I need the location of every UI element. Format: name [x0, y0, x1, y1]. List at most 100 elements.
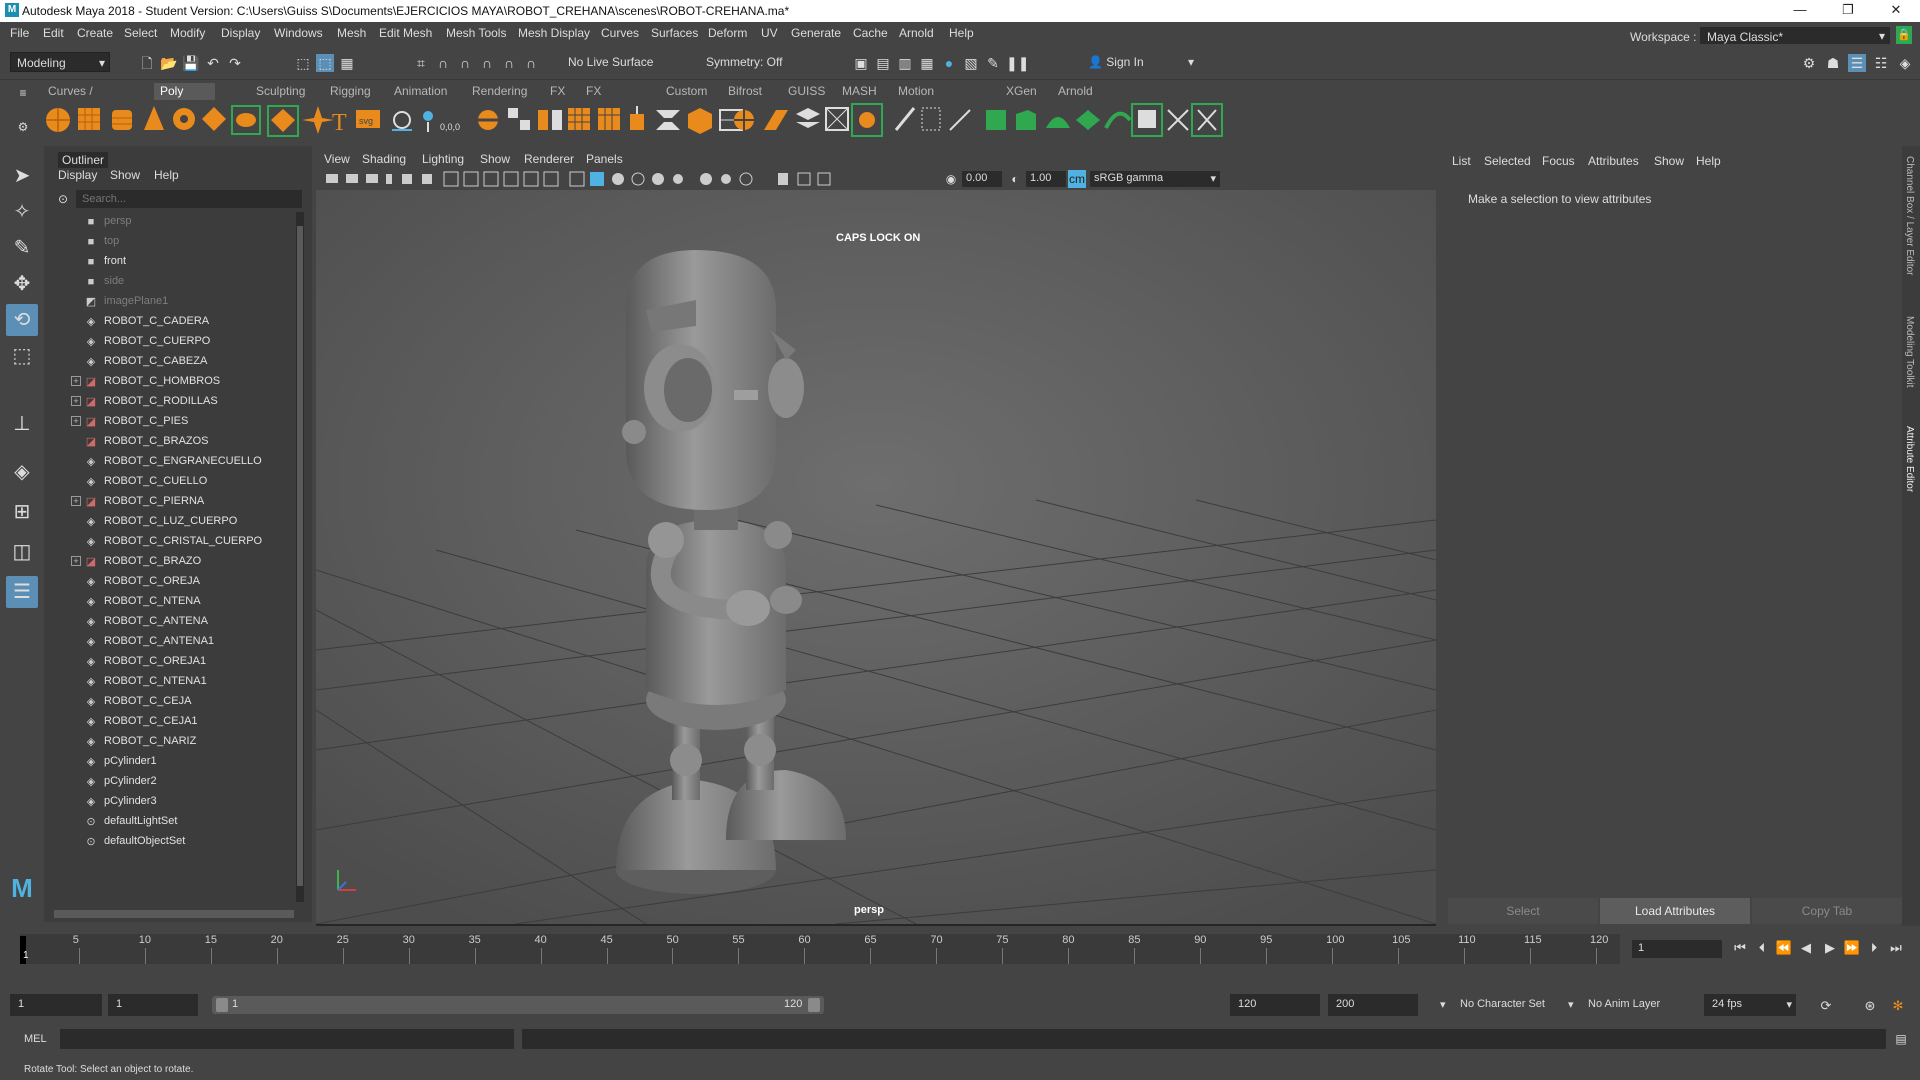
step-back-frame-icon[interactable]: ⏪ — [1774, 938, 1794, 958]
menu-help[interactable]: Help — [949, 26, 974, 40]
animation-preferences-icon[interactable]: ✻ — [1888, 996, 1908, 1016]
outliner-search-input[interactable] — [76, 190, 302, 208]
new-scene-icon[interactable]: 🗋 — [138, 54, 156, 72]
filter-icon[interactable]: ⊙ — [54, 190, 72, 208]
rotate-tool-icon[interactable]: ⟲ — [6, 304, 38, 336]
toggle-channel-box-icon[interactable]: ◈ — [1896, 54, 1914, 72]
tab-bifrost[interactable]: Bifrost — [722, 83, 768, 99]
expand-icon[interactable]: + — [71, 496, 81, 506]
live-surface-field[interactable]: No Live Surface — [562, 52, 666, 72]
outliner-item[interactable]: ◈ pCylinder3 — [44, 792, 294, 812]
outliner-item[interactable]: ◈ ROBOT_C_CRISTAL_CUERPO — [44, 532, 294, 552]
select-object-icon[interactable]: ⬚ — [316, 54, 334, 72]
script-editor-icon[interactable]: ▤ — [1892, 1030, 1910, 1048]
tab-fx[interactable]: FX — [544, 83, 571, 99]
command-input[interactable] — [60, 1029, 514, 1049]
snap-curve-icon[interactable]: ∩ — [434, 54, 452, 72]
outliner-layout-icon[interactable]: ☰ — [6, 576, 38, 608]
tab-sculpting[interactable]: Sculpting — [250, 83, 311, 99]
animation-end-field[interactable]: 200 — [1328, 994, 1418, 1016]
playback-start-field[interactable]: 1 — [108, 994, 198, 1016]
viewport-menu-lighting[interactable]: Lighting — [422, 152, 464, 166]
anim-layer-dropdown[interactable]: No Anim Layer — [1580, 994, 1684, 1016]
tab-rigging[interactable]: Rigging — [324, 83, 377, 99]
expand-icon[interactable]: + — [71, 556, 81, 566]
attr-menu-focus[interactable]: Focus — [1542, 154, 1575, 168]
outliner-item[interactable]: ◈ ROBOT_C_NARIZ — [44, 732, 294, 752]
render-frame-icon[interactable]: ▣ — [852, 54, 870, 72]
viewport-menu-show[interactable]: Show — [480, 152, 510, 166]
menu-arnold[interactable]: Arnold — [899, 26, 934, 40]
snap-grid-icon[interactable]: ⌗ — [412, 54, 430, 72]
select-component-icon[interactable]: ▦ — [338, 54, 356, 72]
shelf-settings-icon[interactable]: ⚙ — [14, 118, 32, 136]
open-scene-icon[interactable]: 📂 — [160, 54, 178, 72]
menu-set-dropdown[interactable]: Modeling ▾ — [10, 52, 110, 72]
character-set-dropdown[interactable]: No Character Set — [1452, 994, 1560, 1016]
play-forwards-icon[interactable]: ▶ — [1820, 938, 1840, 958]
render-sequence-icon[interactable]: ▤ — [874, 54, 892, 72]
color-management-icon[interactable]: cm — [1068, 170, 1086, 188]
menu-file[interactable]: File — [10, 26, 29, 40]
viewport-menu-shading[interactable]: Shading — [362, 152, 406, 166]
menu-deform[interactable]: Deform — [708, 26, 747, 40]
step-back-key-icon[interactable]: ⏴ — [1752, 938, 1772, 958]
menu-select[interactable]: Select — [124, 26, 157, 40]
outliner-item[interactable]: + ◪ ROBOT_C_RODILLAS — [44, 392, 294, 412]
outliner-scroll-thumb[interactable] — [297, 226, 303, 886]
menu-edit[interactable]: Edit — [43, 26, 64, 40]
outliner-item[interactable]: ◈ ROBOT_C_CADERA — [44, 312, 294, 332]
current-frame-field[interactable]: 1 — [1632, 940, 1722, 958]
outliner-item[interactable]: ◈ ROBOT_C_NTENA — [44, 592, 294, 612]
outliner-item[interactable]: ■ persp — [44, 212, 294, 232]
undo-icon[interactable]: ↶ — [204, 54, 222, 72]
menu-surfaces[interactable]: Surfaces — [651, 26, 698, 40]
paint-select-tool-icon[interactable]: ✎ — [6, 232, 38, 264]
outliner-horizontal-scrollbar[interactable] — [54, 910, 294, 918]
menu-edit-mesh[interactable]: Edit Mesh — [379, 26, 432, 40]
shelf-menu-icon[interactable]: ≡ — [14, 84, 32, 102]
attr-menu-list[interactable]: List — [1452, 154, 1471, 168]
step-forward-key-icon[interactable]: ⏵ — [1864, 938, 1884, 958]
ipr-render-icon[interactable]: ▥ — [896, 54, 914, 72]
outliner-item[interactable]: ◈ pCylinder2 — [44, 772, 294, 792]
tab-modeling-toolkit[interactable]: Modeling Toolkit — [1904, 316, 1915, 388]
tab-arnold[interactable]: Arnold — [1052, 83, 1099, 99]
outliner-item[interactable]: + ◪ ROBOT_C_HOMBROS — [44, 372, 294, 392]
outliner-item[interactable]: ◈ ROBOT_C_OREJA — [44, 572, 294, 592]
sign-in-button[interactable]: 👤 Sign In ▾ — [1082, 52, 1198, 72]
exposure-field[interactable]: 0.00 — [962, 171, 1002, 187]
show-manipulator-icon[interactable]: ⊥ — [6, 408, 38, 440]
go-to-start-icon[interactable]: ⏮ — [1730, 938, 1750, 958]
range-start-handle[interactable] — [216, 998, 228, 1012]
select-hierarchy-icon[interactable]: ⬚ — [294, 54, 312, 72]
playback-end-field[interactable]: 120 — [1230, 994, 1320, 1016]
outliner-item[interactable]: ⊙ defaultObjectSet — [44, 832, 294, 852]
move-tool-icon[interactable]: ✥ — [6, 268, 38, 300]
chevron-down-icon[interactable]: ▾ — [1440, 998, 1446, 1011]
toggle-modeling-toolkit-icon[interactable]: ⚙ — [1800, 54, 1818, 72]
play-backwards-icon[interactable]: ◀ — [1796, 938, 1816, 958]
snap-view-icon[interactable]: ∩ — [478, 54, 496, 72]
menu-mesh-display[interactable]: Mesh Display — [518, 26, 590, 40]
outliner-item[interactable]: ■ side — [44, 272, 294, 292]
expand-icon[interactable]: + — [71, 416, 81, 426]
outliner-item[interactable]: + ◪ ROBOT_C_PIES — [44, 412, 294, 432]
range-slider[interactable] — [212, 996, 824, 1014]
menu-windows[interactable]: Windows — [274, 26, 323, 40]
time-slider[interactable]: 5 10 15 20 25 30 35 40 45 50 55 60 65 70 75 80 85 90 95 100… — [20, 934, 1620, 964]
workspace-dropdown[interactable]: Maya Classic* ▾ — [1700, 27, 1890, 45]
snap-pivot-icon[interactable]: ∩ — [522, 54, 540, 72]
outliner-item[interactable]: ■ front — [44, 252, 294, 272]
restore-button[interactable]: ❐ — [1838, 2, 1858, 18]
render-settings-icon[interactable]: ▦ — [918, 54, 936, 72]
lock-icon[interactable]: 🔒 — [1896, 26, 1912, 44]
scale-tool-icon[interactable]: ⬚ — [6, 340, 38, 372]
outliner-item[interactable]: ◈ ROBOT_C_ANTENA1 — [44, 632, 294, 652]
outliner-menu-display[interactable]: Display — [58, 168, 97, 182]
menu-cache[interactable]: Cache — [853, 26, 888, 40]
attr-menu-help[interactable]: Help — [1696, 154, 1721, 168]
tab-mash[interactable]: MASH — [836, 83, 883, 99]
toggle-character-controls-icon[interactable]: ☗ — [1824, 54, 1842, 72]
save-scene-icon[interactable]: 💾 — [182, 54, 200, 72]
